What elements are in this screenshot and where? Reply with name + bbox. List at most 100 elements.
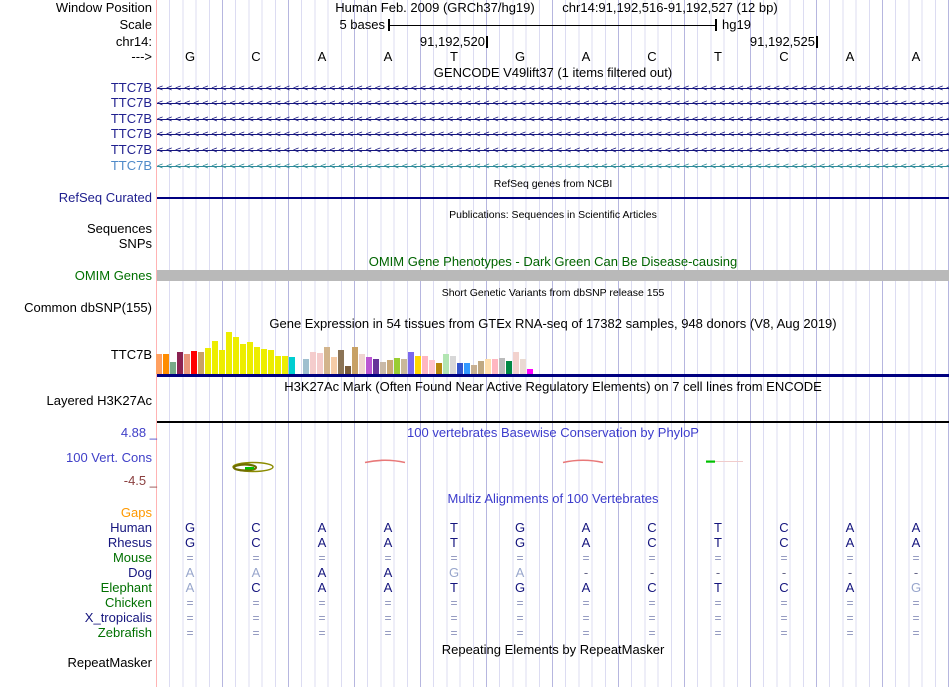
refseq-gene-line[interactable] [157, 197, 949, 199]
gtex-bar[interactable] [492, 359, 498, 374]
gtex-bar[interactable] [261, 349, 267, 374]
refseq-track-title[interactable]: RefSeq genes from NCBI [157, 178, 949, 190]
gtex-bar[interactable] [198, 352, 204, 374]
multiz-species-label[interactable]: Dog [128, 566, 152, 580]
gtex-bar[interactable] [338, 350, 344, 374]
refseq-curated-label[interactable]: RefSeq Curated [59, 191, 152, 205]
gtex-bar[interactable] [275, 356, 281, 374]
snps-label[interactable]: SNPs [119, 237, 152, 251]
base-letter: C [647, 49, 657, 64]
gencode-gene-label[interactable]: TTC7B [111, 112, 152, 126]
h3k27ac-label[interactable]: Layered H3K27Ac [46, 394, 152, 408]
gtex-track-title[interactable]: Gene Expression in 54 tissues from GTEx … [157, 317, 949, 331]
h3k27ac-baseline[interactable] [157, 421, 949, 423]
gtex-bar[interactable] [331, 357, 337, 374]
gtex-bar[interactable] [408, 352, 414, 374]
repeatmasker-track-title[interactable]: Repeating Elements by RepeatMasker [157, 643, 949, 657]
gtex-bar[interactable] [401, 359, 407, 374]
gtex-bar[interactable] [415, 356, 421, 374]
gencode-track-title[interactable]: GENCODE V49lift37 (1 items filtered out) [157, 66, 949, 80]
alignment-base: = [516, 551, 524, 565]
gtex-bar[interactable] [324, 347, 330, 374]
gtex-bar[interactable] [289, 357, 295, 374]
gtex-bar[interactable] [464, 363, 470, 374]
cons-track-title[interactable]: 100 vertebrates Basewise Conservation by… [157, 426, 949, 440]
omim-track-title[interactable]: OMIM Gene Phenotypes - Dark Green Can Be… [157, 255, 949, 269]
gtex-bar[interactable] [184, 354, 190, 374]
gtex-bar[interactable] [366, 357, 372, 374]
repeatmasker-label[interactable]: RepeatMasker [67, 656, 152, 670]
gtex-bar[interactable] [443, 354, 449, 374]
gtex-bar[interactable] [506, 361, 512, 374]
gencode-gene-row[interactable]: <<<<<<<<<<<<<<<<<<<<<<<<<<<<<<<<<<<<<<<<… [157, 129, 949, 140]
alignment-base: - [649, 565, 655, 580]
gtex-bar[interactable] [457, 363, 463, 374]
gencode-gene-label[interactable]: TTC7B [111, 81, 152, 95]
gencode-gene-row[interactable]: <<<<<<<<<<<<<<<<<<<<<<<<<<<<<<<<<<<<<<<<… [157, 114, 949, 125]
multiz-track-title[interactable]: Multiz Alignments of 100 Vertebrates [157, 492, 949, 506]
strand-arrow-label[interactable]: ---> [131, 50, 152, 64]
multiz-species-label[interactable]: Mouse [113, 551, 152, 565]
multiz-species-label[interactable]: Elephant [101, 581, 152, 595]
gencode-gene-row[interactable]: <<<<<<<<<<<<<<<<<<<<<<<<<<<<<<<<<<<<<<<<… [157, 145, 949, 156]
gtex-bar[interactable] [520, 359, 526, 374]
multiz-species-label[interactable]: Rhesus [108, 536, 152, 550]
gtex-bar[interactable] [282, 356, 288, 374]
gtex-bar[interactable] [191, 351, 197, 374]
gtex-bar[interactable] [177, 352, 183, 374]
gtex-bar[interactable] [422, 356, 428, 374]
gtex-bar[interactable] [345, 366, 351, 374]
gencode-gene-row[interactable]: <<<<<<<<<<<<<<<<<<<<<<<<<<<<<<<<<<<<<<<<… [157, 98, 949, 109]
gtex-bar[interactable] [429, 360, 435, 374]
gencode-gene-label[interactable]: TTC7B [111, 96, 152, 110]
gtex-bar[interactable] [310, 352, 316, 374]
omim-gene-bar[interactable] [157, 270, 949, 281]
gtex-bar[interactable] [226, 332, 232, 374]
gencode-gene-label[interactable]: TTC7B [111, 143, 152, 157]
gtex-bar[interactable] [471, 365, 477, 374]
multiz-gaps-label[interactable]: Gaps [121, 506, 152, 520]
gencode-gene-label[interactable]: TTC7B [111, 159, 152, 173]
gencode-gene-label[interactable]: TTC7B [111, 127, 152, 141]
publications-track-title[interactable]: Publications: Sequences in Scientific Ar… [157, 209, 949, 221]
sequences-label[interactable]: Sequences [87, 222, 152, 236]
gtex-bar[interactable] [436, 363, 442, 374]
gtex-bar[interactable] [373, 359, 379, 374]
gtex-bar[interactable] [485, 359, 491, 374]
gtex-bar[interactable] [212, 341, 218, 374]
multiz-species-label[interactable]: Zebrafish [98, 626, 152, 640]
multiz-species-label[interactable]: X_tropicalis [85, 611, 152, 625]
gtex-bar[interactable] [478, 361, 484, 374]
gtex-bar[interactable] [394, 358, 400, 374]
gtex-bar[interactable] [352, 347, 358, 374]
h3k27ac-track-title[interactable]: H3K27Ac Mark (Often Found Near Active Re… [157, 380, 949, 394]
gencode-gene-row[interactable]: <<<<<<<<<<<<<<<<<<<<<<<<<<<<<<<<<<<<<<<<… [157, 83, 949, 94]
gtex-bar[interactable] [247, 342, 253, 374]
gtex-bar[interactable] [163, 354, 169, 374]
phylop-wiggle-marks[interactable] [157, 450, 949, 490]
gtex-bar[interactable] [450, 356, 456, 374]
gtex-bar[interactable] [240, 344, 246, 374]
multiz-species-label[interactable]: Human [110, 521, 152, 535]
gtex-bar[interactable] [303, 359, 309, 374]
gencode-gene-row[interactable]: <<<<<<<<<<<<<<<<<<<<<<<<<<<<<<<<<<<<<<<<… [157, 161, 949, 172]
gtex-gene-label[interactable]: TTC7B [111, 348, 152, 362]
gtex-bar[interactable] [170, 362, 176, 374]
omim-genes-label[interactable]: OMIM Genes [75, 269, 152, 283]
gtex-bar[interactable] [387, 360, 393, 374]
gtex-bar[interactable] [268, 350, 274, 374]
dbsnp-label[interactable]: Common dbSNP(155) [24, 301, 152, 315]
gtex-bar[interactable] [513, 352, 519, 374]
gtex-bar[interactable] [156, 354, 162, 374]
gtex-bar[interactable] [359, 354, 365, 374]
dbsnp-track-title[interactable]: Short Genetic Variants from dbSNP releas… [157, 287, 949, 299]
gtex-bar[interactable] [233, 337, 239, 374]
multiz-species-label[interactable]: Chicken [105, 596, 152, 610]
cons-label[interactable]: 100 Vert. Cons [66, 451, 152, 465]
gtex-bar[interactable] [254, 347, 260, 374]
gtex-bar[interactable] [317, 353, 323, 374]
gtex-bar[interactable] [219, 350, 225, 374]
gtex-bar[interactable] [205, 348, 211, 374]
gtex-bar[interactable] [380, 362, 386, 374]
gtex-bar[interactable] [499, 358, 505, 374]
